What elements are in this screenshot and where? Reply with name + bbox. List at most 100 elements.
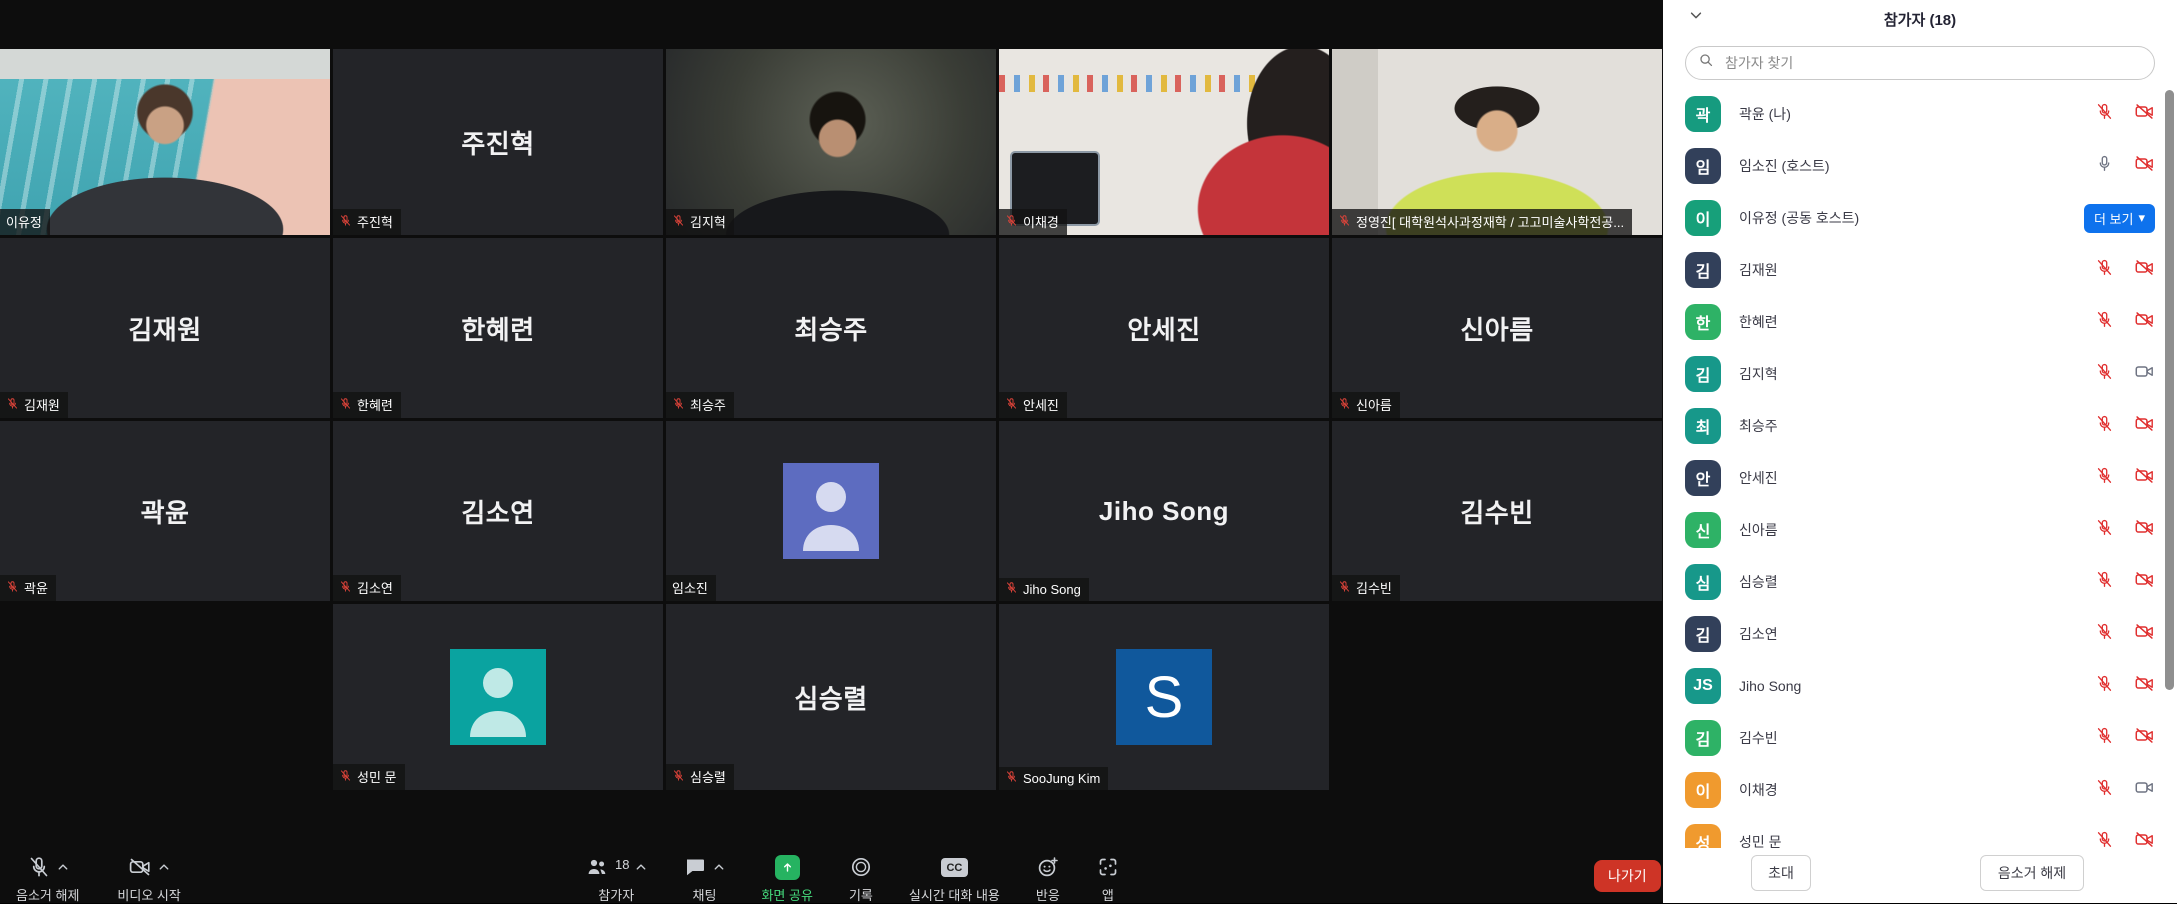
- participant-row[interactable]: 신신아름: [1663, 504, 2177, 556]
- video-tile[interactable]: Jiho Song Jiho Song: [999, 421, 1329, 601]
- chevron-up-icon[interactable]: [158, 859, 170, 877]
- participants-label: 참가자: [598, 885, 634, 904]
- share-icon: [775, 855, 800, 880]
- avatar: 이: [1685, 772, 1721, 808]
- participant-row[interactable]: 성성민 문: [1663, 816, 2177, 848]
- participant-status: [2095, 569, 2155, 595]
- scrollbar-thumb[interactable]: [2165, 90, 2174, 690]
- mic-muted-icon: [2095, 518, 2114, 542]
- chevron-up-icon[interactable]: [57, 859, 69, 877]
- participant-row[interactable]: 최최승주: [1663, 400, 2177, 452]
- video-tile[interactable]: 이채경: [999, 49, 1329, 235]
- avatar: 곽: [1685, 96, 1721, 132]
- participant-row[interactable]: 한한혜련: [1663, 296, 2177, 348]
- participant-status: [2095, 673, 2155, 699]
- participant-row[interactable]: 김김지혁: [1663, 348, 2177, 400]
- unmute-request-button[interactable]: 음소거 해제: [1980, 855, 2084, 891]
- participant-row[interactable]: 심심승렬: [1663, 556, 2177, 608]
- video-tile[interactable]: 이유정: [0, 49, 330, 235]
- video-tile[interactable]: S SooJung Kim: [999, 604, 1329, 790]
- leave-button[interactable]: 나가기: [1594, 860, 1661, 892]
- participant-name: 김지혁: [1739, 364, 1778, 384]
- unmute-button[interactable]: 음소거 해제: [16, 855, 79, 904]
- cc-button[interactable]: CC실시간 대화 내용: [909, 855, 1000, 904]
- apps-button[interactable]: 앱: [1096, 855, 1120, 904]
- more-options-button[interactable]: 더 보기▾: [2084, 204, 2155, 233]
- participants-button[interactable]: 18 참가자: [585, 855, 647, 904]
- video-tile[interactable]: 임소진: [666, 421, 996, 601]
- record-label: 기록: [849, 885, 873, 904]
- avatar: 이: [1685, 200, 1721, 236]
- video-tile[interactable]: 심승렬 심승렬: [666, 604, 996, 790]
- chevron-up-icon[interactable]: [713, 859, 725, 877]
- share-button[interactable]: 화면 공유: [761, 855, 812, 904]
- tile-label-text: 성민 문: [357, 767, 397, 786]
- video-tile[interactable]: 김소연 김소연: [333, 421, 663, 601]
- camera-off-icon: [2134, 465, 2155, 491]
- avatar: 김: [1685, 252, 1721, 288]
- participants-header: 참가자 (18): [1663, 0, 2177, 36]
- tile-display-name: 김수빈: [1332, 421, 1662, 601]
- video-tile[interactable]: 한혜련 한혜련: [333, 238, 663, 418]
- mic-muted-icon: [2095, 674, 2114, 698]
- tile-label-text: 안세진: [1023, 395, 1059, 414]
- participant-row[interactable]: 이이유정 (공동 호스트)더 보기▾: [1663, 192, 2177, 244]
- participant-row[interactable]: JSJiho Song: [1663, 660, 2177, 712]
- invite-button[interactable]: 초대: [1751, 855, 1811, 891]
- chat-label: 채팅: [693, 885, 717, 904]
- chevron-up-icon[interactable]: [635, 859, 647, 877]
- participant-row[interactable]: 곽 곽윤 (나): [1663, 88, 2177, 140]
- video-tile[interactable]: 김지혁: [666, 49, 996, 235]
- video-tile[interactable]: 신아름 신아름: [1332, 238, 1662, 418]
- tile-display-name: 곽윤: [0, 421, 330, 601]
- participant-row[interactable]: 이이채경: [1663, 764, 2177, 816]
- participant-name: 곽윤 (나): [1739, 104, 1791, 124]
- chevron-down-icon: ▾: [2138, 210, 2145, 226]
- video-tile[interactable]: 성민 문: [333, 604, 663, 790]
- tile-label-text: SooJung Kim: [1023, 771, 1100, 786]
- mic-muted-icon: [2095, 362, 2114, 386]
- search-input[interactable]: [1723, 54, 2142, 72]
- record-button[interactable]: 기록: [849, 855, 873, 904]
- mic-muted-icon: [1338, 214, 1351, 230]
- mic-muted-icon: [339, 397, 352, 413]
- tile-label-text: 최승주: [690, 395, 726, 414]
- video-tile[interactable]: 최승주 최승주: [666, 238, 996, 418]
- video-tile[interactable]: 김수빈 김수빈: [1332, 421, 1662, 601]
- avatar: [783, 463, 879, 559]
- camera-off-icon: [2134, 101, 2155, 127]
- letter-avatar: S: [1116, 649, 1212, 745]
- start-video-button[interactable]: 비디오 시작: [117, 855, 180, 904]
- participant-row[interactable]: 안안세진: [1663, 452, 2177, 504]
- tile-display-name: 안세진: [999, 238, 1329, 418]
- tile-name-label: Jiho Song: [999, 578, 1089, 601]
- reactions-button[interactable]: 반응: [1036, 855, 1060, 904]
- mic-muted-icon: [6, 397, 19, 413]
- participant-row[interactable]: 김김수빈: [1663, 712, 2177, 764]
- video-tile[interactable]: 안세진 안세진: [999, 238, 1329, 418]
- reaction-icon: [1036, 855, 1060, 884]
- video-tile[interactable]: 정영진[ 대학원석사과정재학 / 고고미술사학전공...: [1332, 49, 1662, 235]
- video-tile[interactable]: 주진혁 주진혁: [333, 49, 663, 235]
- avatar: 임: [1685, 148, 1721, 184]
- participants-panel: 참가자 (18) 곽 곽윤 (나) 임임소진 (호스트) 이이유정 (공동 호스트…: [1663, 0, 2177, 903]
- video-tile[interactable]: 김재원 김재원: [0, 238, 330, 418]
- participant-row[interactable]: 임임소진 (호스트): [1663, 140, 2177, 192]
- avatar: JS: [1685, 668, 1721, 704]
- mic-muted-icon: [672, 769, 685, 785]
- participant-name: 김수빈: [1739, 728, 1778, 748]
- participant-name: 성민 문: [1739, 832, 1782, 848]
- tile-label-text: 김재원: [24, 395, 60, 414]
- camera-off-icon: [2134, 569, 2155, 595]
- camera-off-icon: [2134, 673, 2155, 699]
- tile-label-text: 임소진: [672, 578, 708, 597]
- start-video-label: 비디오 시작: [117, 885, 180, 904]
- participant-row[interactable]: 김김재원: [1663, 244, 2177, 296]
- avatar: 최: [1685, 408, 1721, 444]
- participants-icon-row: 18: [585, 855, 647, 882]
- camera-muted-icon: [128, 855, 152, 884]
- video-tile[interactable]: 곽윤 곽윤: [0, 421, 330, 601]
- participant-status: [2095, 621, 2155, 647]
- participant-row[interactable]: 김김소연: [1663, 608, 2177, 660]
- chat-button[interactable]: 채팅: [683, 855, 725, 904]
